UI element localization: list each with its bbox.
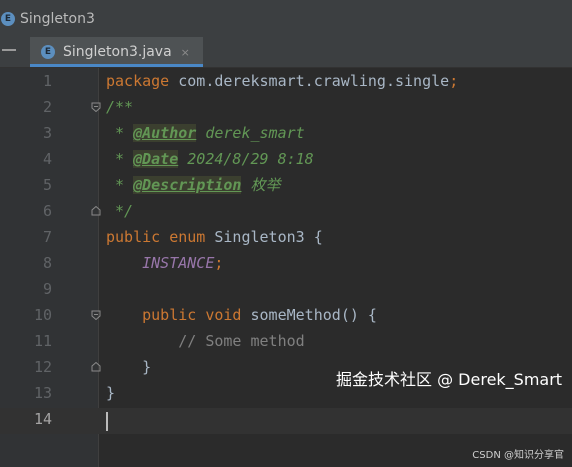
code-token: *	[106, 176, 134, 194]
code-token: /**	[106, 98, 134, 116]
code-token: */	[106, 202, 134, 220]
close-icon[interactable]: ×	[181, 46, 190, 59]
code-token: 枚举	[250, 176, 281, 194]
line-number: 12	[33, 358, 52, 376]
code-token: @Date	[133, 150, 179, 168]
editor-tab-bar: E Singleton3.java ×	[0, 37, 572, 68]
fold-end-icon[interactable]	[91, 362, 101, 372]
code-token: 2024/8/29 8:18	[178, 150, 314, 168]
code-text: * @Description 枚举	[106, 172, 281, 198]
code-text: INSTANCE;	[106, 250, 223, 276]
code-line[interactable]: 11 // Some method	[0, 328, 572, 354]
code-token: {	[313, 228, 323, 246]
line-number: 10	[33, 306, 52, 324]
code-text: public enum Singleton3 {	[106, 224, 323, 250]
tab-list-menu-icon[interactable]	[2, 49, 16, 51]
enum-file-icon: E	[1, 11, 15, 26]
line-number: 11	[33, 332, 52, 350]
line-number: 9	[42, 280, 52, 298]
code-line[interactable]: 3 * @Author derek_smart	[0, 120, 572, 146]
line-number: 8	[42, 254, 52, 272]
line-number: 13	[33, 384, 52, 402]
window-title: Singleton3	[20, 10, 95, 27]
code-token: ;	[214, 254, 224, 272]
fold-start-icon[interactable]	[91, 102, 101, 112]
code-token: // Some method	[178, 332, 305, 350]
code-text: }	[106, 354, 151, 380]
code-line[interactable]: 4 * @Date 2024/8/29 8:18	[0, 146, 572, 172]
code-token: ;	[449, 72, 459, 90]
line-number: 2	[42, 98, 52, 116]
active-tab-indicator	[30, 64, 203, 67]
code-line[interactable]: 5 * @Description 枚举	[0, 172, 572, 198]
code-token: *	[106, 150, 134, 168]
code-text: * @Date 2024/8/29 8:18	[106, 146, 314, 172]
code-token: package	[106, 72, 179, 90]
code-token: () {	[340, 306, 377, 324]
tab-label: Singleton3.java	[63, 44, 172, 60]
text-caret	[106, 412, 108, 431]
code-token: Singleton3	[214, 228, 314, 246]
line-number: 4	[42, 150, 52, 168]
code-text: // Some method	[106, 328, 305, 354]
code-token: @Author	[133, 124, 197, 142]
code-editor[interactable]: 1 package com.dereksmart.crawling.single;…	[0, 68, 572, 467]
code-line[interactable]: 1 package com.dereksmart.crawling.single;	[0, 68, 572, 94]
code-token: public enum	[106, 228, 215, 246]
code-text: * @Author derek_smart	[106, 120, 305, 146]
line-number: 14	[33, 410, 52, 428]
fold-end-icon[interactable]	[91, 206, 101, 216]
code-line[interactable]: 7 public enum Singleton3 {	[0, 224, 572, 250]
code-token: derek_smart	[196, 124, 305, 142]
line-number: 1	[42, 72, 52, 90]
code-text: /**	[106, 94, 133, 120]
code-line[interactable]: 14	[0, 406, 572, 432]
enum-file-icon: E	[41, 45, 55, 59]
code-text: */	[106, 198, 133, 224]
code-token: *	[106, 124, 134, 142]
code-line[interactable]: 10 public void someMethod() {	[0, 302, 572, 328]
line-number: 5	[42, 176, 52, 194]
code-line[interactable]: 2 /**	[0, 94, 572, 120]
code-token: @Description	[133, 176, 242, 194]
code-token: }	[106, 384, 116, 402]
line-number: 6	[42, 202, 52, 220]
code-token: public void	[142, 306, 251, 324]
code-token: someMethod	[250, 306, 341, 324]
tab-singleton3-java[interactable]: E Singleton3.java ×	[30, 37, 203, 67]
window-title-bar: E Singleton3	[0, 0, 572, 38]
code-token: INSTANCE	[142, 254, 215, 272]
code-token: }	[142, 358, 152, 376]
code-line[interactable]: 9	[0, 276, 572, 302]
code-text: public void someMethod() {	[106, 302, 377, 328]
code-line[interactable]: 8 INSTANCE;	[0, 250, 572, 276]
watermark-text: 掘金技术社区 @ Derek_Smart	[336, 370, 563, 389]
watermark-source: CSDN @知识分享官	[472, 450, 564, 461]
line-number: 7	[42, 228, 52, 246]
fold-start-icon[interactable]	[91, 310, 101, 320]
line-number: 3	[42, 124, 52, 142]
code-text: }	[106, 380, 115, 406]
code-token: com.dereksmart.crawling.single	[178, 72, 450, 90]
code-text: package com.dereksmart.crawling.single;	[106, 68, 458, 94]
code-line[interactable]: 6 */	[0, 198, 572, 224]
